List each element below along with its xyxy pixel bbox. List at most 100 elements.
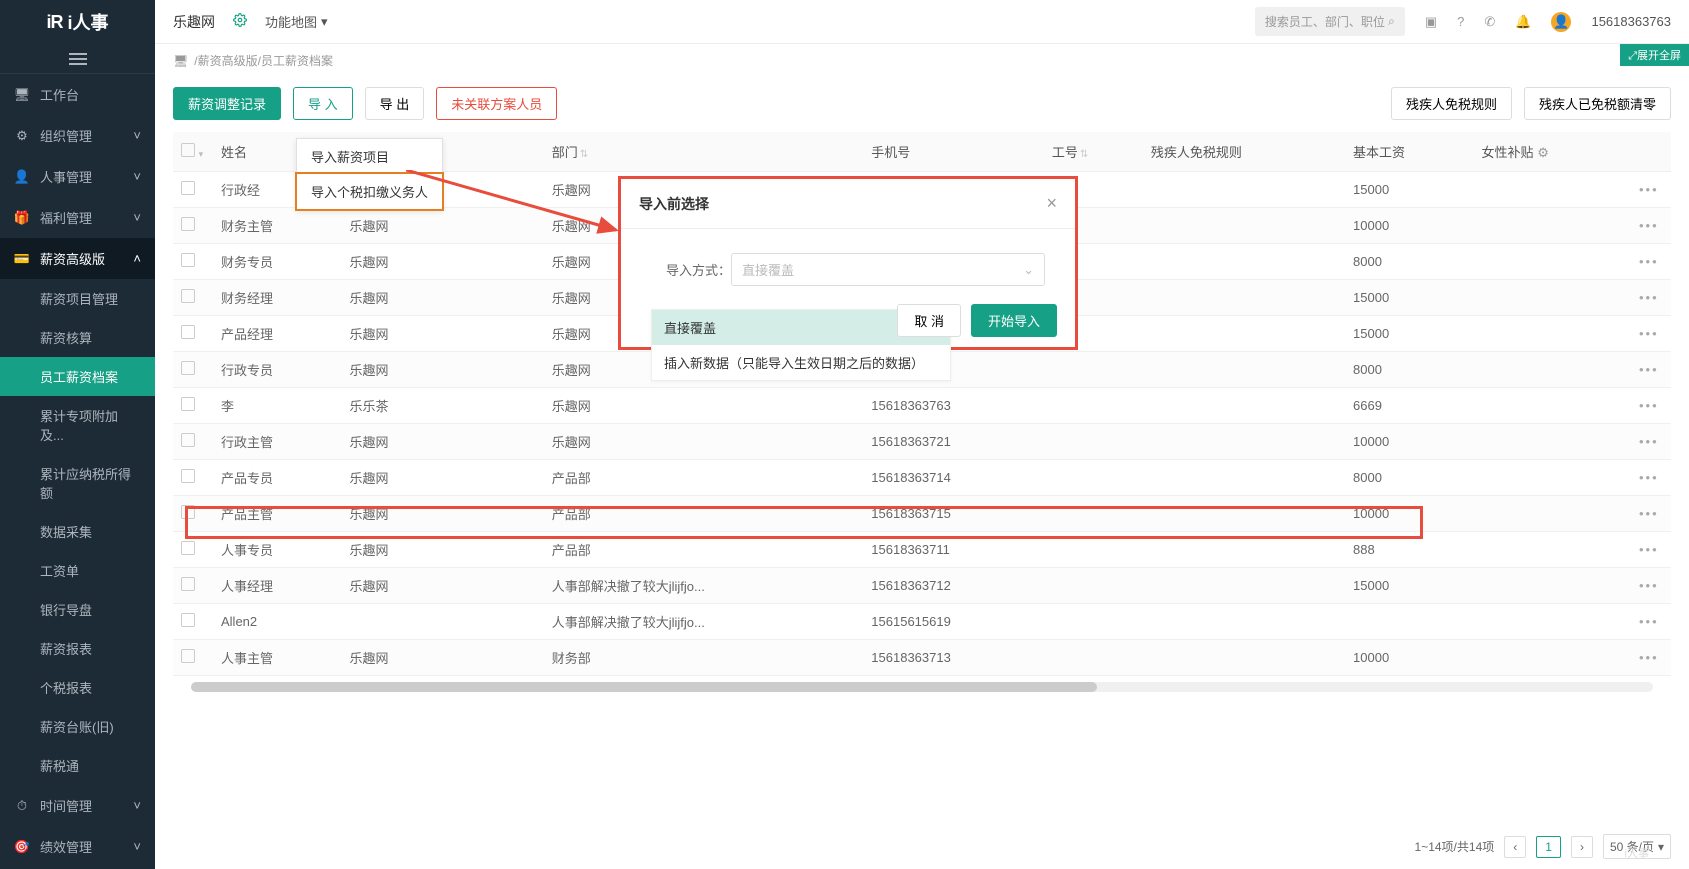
import-method-select[interactable]: 直接覆盖 ⌄ xyxy=(731,253,1045,286)
cell-base-salary: 8000 xyxy=(1345,244,1474,280)
select-all-checkbox[interactable] xyxy=(181,143,195,157)
sidebar-subitem-工资单[interactable]: 工资单 xyxy=(40,551,155,590)
sidebar-subitem-累计专项附加及...[interactable]: 累计专项附加及... xyxy=(40,396,155,454)
more-icon[interactable]: ••• xyxy=(1639,434,1659,449)
sidebar-item-福利管理[interactable]: 🎁福利管理˅ xyxy=(0,197,155,238)
import-button[interactable]: 导 入 xyxy=(293,87,353,120)
sidebar-subitem-薪资报表[interactable]: 薪资报表 xyxy=(40,629,155,668)
page-number[interactable]: 1 xyxy=(1536,836,1561,858)
sidebar-item-工作台[interactable]: 🖥工作台 xyxy=(0,74,155,115)
sidebar-item-组织管理[interactable]: ⚙组织管理˅ xyxy=(0,115,155,156)
sidebar-subitem-数据采集[interactable]: 数据采集 xyxy=(40,512,155,551)
cell-phone: 15618363763 xyxy=(863,388,1044,424)
more-icon[interactable]: ••• xyxy=(1639,398,1659,413)
disability-clear-button[interactable]: 残疾人已免税额清零 xyxy=(1524,87,1671,120)
export-button[interactable]: 导 出 xyxy=(365,87,425,120)
start-import-button[interactable]: 开始导入 xyxy=(971,304,1057,337)
cell-phone: 15618363712 xyxy=(863,568,1044,604)
import-salary-items[interactable]: 导入薪资项目 xyxy=(297,139,442,174)
more-icon[interactable]: ••• xyxy=(1639,182,1659,197)
projector-icon[interactable]: ▣ xyxy=(1425,14,1437,30)
phone-icon[interactable]: ✆ xyxy=(1484,14,1495,30)
search-input[interactable]: 搜索员工、部门、职位 ⌕ xyxy=(1255,7,1405,36)
row-checkbox[interactable] xyxy=(181,541,195,555)
cell-empno xyxy=(1044,460,1143,496)
row-checkbox[interactable] xyxy=(181,361,195,375)
sidebar-subitem-银行导盘[interactable]: 银行导盘 xyxy=(40,590,155,629)
desktop-icon: 🖥 xyxy=(173,54,188,68)
sidebar-subitem-员工薪资档案[interactable]: 员工薪资档案 xyxy=(0,357,155,396)
sidebar-subitem-薪资台账(旧)[interactable]: 薪资台账(旧) xyxy=(40,707,155,746)
breadcrumb-part[interactable]: 薪资高级版 xyxy=(198,52,258,69)
import-tax-agent[interactable]: 导入个税扣缴义务人 xyxy=(295,172,444,211)
function-map[interactable]: 功能地图 ▾ xyxy=(265,12,328,31)
sidebar-item-薪资高级版[interactable]: 💳薪资高级版˄ xyxy=(0,238,155,279)
bell-icon[interactable]: 🔔 xyxy=(1515,14,1531,30)
more-icon[interactable]: ••• xyxy=(1639,362,1659,377)
cell-female-allow xyxy=(1474,280,1631,316)
chevron-up-icon: ˄ xyxy=(133,251,141,266)
cell-phone: 15615615619 xyxy=(863,604,1044,640)
sidebar-subitem-薪税通[interactable]: 薪税通 xyxy=(40,746,155,785)
row-checkbox[interactable] xyxy=(181,181,195,195)
horizontal-scrollbar[interactable] xyxy=(191,682,1653,692)
row-checkbox[interactable] xyxy=(181,253,195,267)
row-checkbox[interactable] xyxy=(181,577,195,591)
row-checkbox[interactable] xyxy=(181,469,195,483)
sidebar-subitem-累计应纳税所得额[interactable]: 累计应纳税所得额 xyxy=(40,454,155,512)
chevron-down-icon[interactable]: ▾ xyxy=(199,149,204,159)
row-checkbox[interactable] xyxy=(181,649,195,663)
sort-icon[interactable]: ⇅ xyxy=(1080,149,1088,160)
more-icon[interactable]: ••• xyxy=(1639,506,1659,521)
more-icon[interactable]: ••• xyxy=(1639,578,1659,593)
row-checkbox[interactable] xyxy=(181,289,195,303)
toolbar: 薪资调整记录 导 入 导 出 未关联方案人员 残疾人免税规则 残疾人已免税额清零 xyxy=(155,77,1689,132)
row-checkbox[interactable] xyxy=(181,397,195,411)
row-checkbox[interactable] xyxy=(181,613,195,627)
next-page-button[interactable]: › xyxy=(1571,836,1593,858)
sidebar-item-人事管理[interactable]: 👤人事管理˅ xyxy=(0,156,155,197)
more-icon[interactable]: ••• xyxy=(1639,290,1659,305)
row-checkbox[interactable] xyxy=(181,505,195,519)
hamburger-toggle[interactable] xyxy=(0,44,155,74)
option-insert-new[interactable]: 插入新数据（只能导入生效日期之后的数据） xyxy=(652,345,950,380)
salary-adjust-record-button[interactable]: 薪资调整记录 xyxy=(173,87,281,120)
more-icon[interactable]: ••• xyxy=(1639,218,1659,233)
cell-agent: 乐趣网 xyxy=(342,316,544,352)
close-icon[interactable]: × xyxy=(1046,193,1057,214)
more-icon[interactable]: ••• xyxy=(1639,614,1659,629)
cell-empno xyxy=(1044,352,1143,388)
row-checkbox[interactable] xyxy=(181,325,195,339)
cell-base-salary: 8000 xyxy=(1345,352,1474,388)
disability-rule-button[interactable]: 残疾人免税规则 xyxy=(1391,87,1512,120)
cell-female-allow xyxy=(1474,208,1631,244)
prev-page-button[interactable]: ‹ xyxy=(1504,836,1526,858)
more-icon[interactable]: ••• xyxy=(1639,470,1659,485)
more-icon[interactable]: ••• xyxy=(1639,326,1659,341)
unlinked-people-button[interactable]: 未关联方案人员 xyxy=(436,87,557,120)
row-checkbox[interactable] xyxy=(181,217,195,231)
more-icon[interactable]: ••• xyxy=(1639,254,1659,269)
cancel-button[interactable]: 取 消 xyxy=(897,304,961,337)
topbar: 乐趣网 功能地图 ▾ 搜索员工、部门、职位 ⌕ ▣ ? ✆ 🔔 👤 xyxy=(155,0,1689,44)
avatar[interactable]: 👤 xyxy=(1551,12,1571,32)
row-checkbox[interactable] xyxy=(181,433,195,447)
sidebar-subitem-薪资项目管理[interactable]: 薪资项目管理 xyxy=(40,279,155,318)
cell-base-salary: 10000 xyxy=(1345,424,1474,460)
sidebar-subitem-薪资核算[interactable]: 薪资核算 xyxy=(40,318,155,357)
watermark: i人事 xyxy=(1625,845,1649,861)
cell-disability xyxy=(1143,172,1345,208)
more-icon[interactable]: ••• xyxy=(1639,542,1659,557)
gear-icon[interactable] xyxy=(233,13,247,30)
cell-female-allow xyxy=(1474,388,1631,424)
more-icon[interactable]: ••• xyxy=(1639,650,1659,665)
sidebar-item-时间管理[interactable]: ⏱时间管理˅ xyxy=(0,785,155,826)
sidebar-subitem-个税报表[interactable]: 个税报表 xyxy=(40,668,155,707)
import-modal: 导入前选择 × 导入方式： 直接覆盖 ⌄ 直接覆盖 插入新数据（只能导入生效日期… xyxy=(618,176,1078,350)
help-icon[interactable]: ? xyxy=(1457,14,1464,29)
filter-icon[interactable]: ⚙ xyxy=(1537,145,1549,160)
cell-empno xyxy=(1044,604,1143,640)
expand-fullscreen-button[interactable]: ⤢展开全屏 xyxy=(1620,44,1689,66)
sort-icon[interactable]: ⇅ xyxy=(580,149,588,160)
sidebar-item-绩效管理[interactable]: 🎯绩效管理˅ xyxy=(0,826,155,867)
